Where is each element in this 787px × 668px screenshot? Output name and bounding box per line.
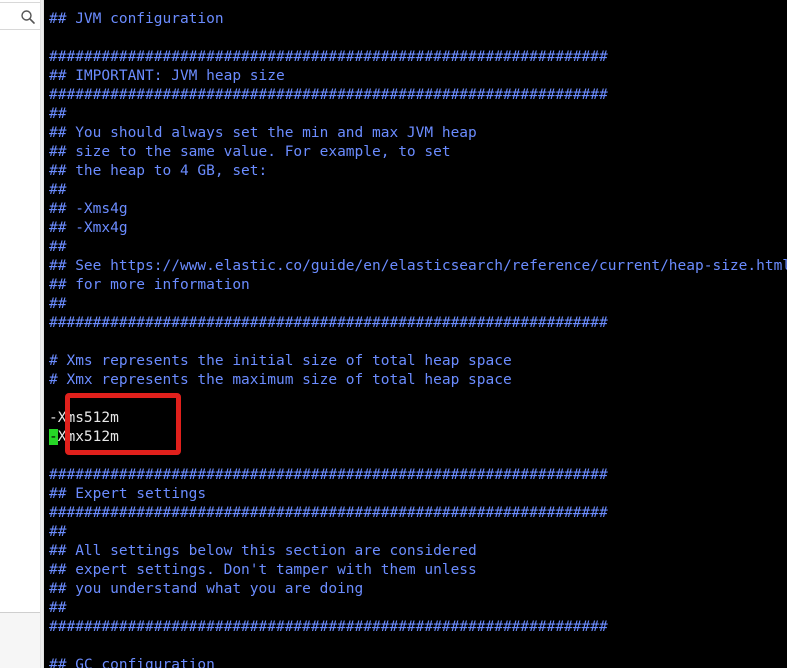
editor-line[interactable]: ## -Xms4g — [49, 200, 787, 219]
editor-line[interactable]: ## IMPORTANT: JVM heap size — [49, 67, 787, 86]
app-window: ## JVM configuration ####################… — [0, 0, 787, 668]
editor-line-cursor[interactable]: -Xmx512m — [49, 428, 787, 447]
editor-line[interactable]: ## — [49, 105, 787, 124]
editor-line[interactable]: ## — [49, 181, 787, 200]
editor-line[interactable] — [49, 29, 787, 48]
file-browser-panel — [0, 0, 40, 668]
editor-lines[interactable]: ## JVM configuration ####################… — [49, 10, 787, 668]
editor-line[interactable]: ## See https://www.elastic.co/guide/en/e… — [49, 257, 787, 276]
editor-line[interactable]: ## expert settings. Don't tamper with th… — [49, 561, 787, 580]
editor-line[interactable]: ## size to the same value. For example, … — [49, 143, 787, 162]
editor-line[interactable]: ########################################… — [49, 504, 787, 523]
editor-line[interactable]: ########################################… — [49, 314, 787, 333]
editor-line[interactable]: ########################################… — [49, 618, 787, 637]
editor-line[interactable]: ## — [49, 238, 787, 257]
editor-line[interactable] — [49, 637, 787, 656]
editor-line[interactable]: ## the heap to 4 GB, set: — [49, 162, 787, 181]
editor-line[interactable]: ########################################… — [49, 86, 787, 105]
cursor-line-text: Xmx512m — [57, 429, 119, 445]
editor-line[interactable]: ## You should always set the min and max… — [49, 124, 787, 143]
side-panel-footer — [0, 612, 40, 668]
editor-line[interactable]: ## Expert settings — [49, 485, 787, 504]
editor-line[interactable]: ## All settings below this section are c… — [49, 542, 787, 561]
editor-line[interactable]: ## — [49, 295, 787, 314]
editor-line[interactable]: ## — [49, 599, 787, 618]
editor-line[interactable] — [49, 333, 787, 352]
editor-line[interactable]: ## — [49, 523, 787, 542]
editor-line[interactable]: # Xms represents the initial size of tot… — [49, 352, 787, 371]
editor-line[interactable]: ########################################… — [49, 48, 787, 67]
editor-line[interactable]: ## GC configuration — [49, 656, 787, 668]
editor-line[interactable]: ## you understand what you are doing — [49, 580, 787, 599]
text-cursor: - — [49, 429, 58, 445]
search-input[interactable] — [0, 2, 40, 30]
search-icon[interactable] — [20, 9, 36, 25]
editor-line[interactable]: ## for more information — [49, 276, 787, 295]
editor-line[interactable] — [49, 390, 787, 409]
terminal-editor[interactable]: ## JVM configuration ####################… — [44, 0, 787, 668]
editor-line[interactable]: ## JVM configuration — [49, 10, 787, 29]
editor-line[interactable]: ########################################… — [49, 466, 787, 485]
editor-line[interactable]: ## -Xmx4g — [49, 219, 787, 238]
editor-line[interactable] — [49, 447, 787, 466]
editor-line[interactable]: # Xmx represents the maximum size of tot… — [49, 371, 787, 390]
editor-line[interactable]: -Xms512m — [49, 409, 787, 428]
